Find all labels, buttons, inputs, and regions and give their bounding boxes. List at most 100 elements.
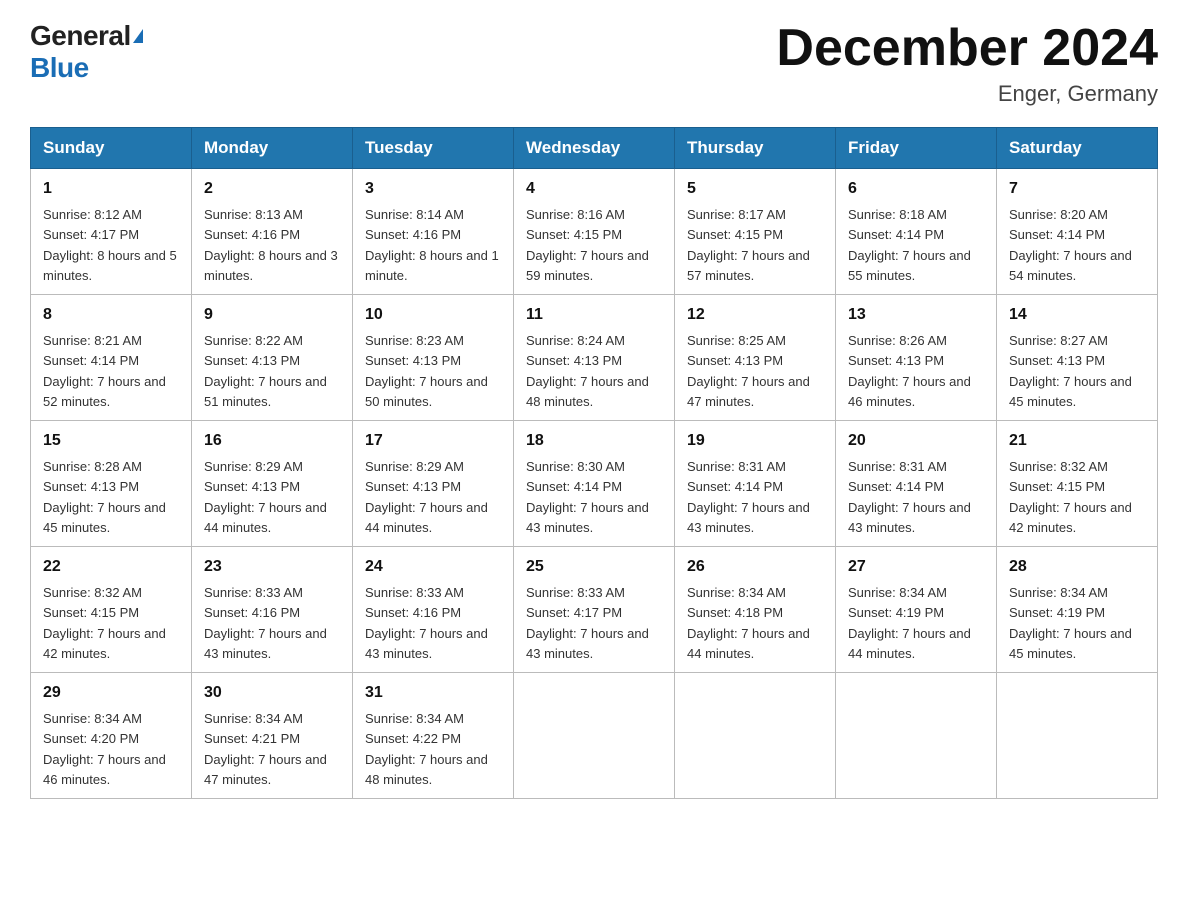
calendar-table: Sunday Monday Tuesday Wednesday Thursday… (30, 127, 1158, 799)
title-section: December 2024 Enger, Germany (776, 20, 1158, 107)
table-row: 17 Sunrise: 8:29 AMSunset: 4:13 PMDaylig… (353, 421, 514, 547)
day-info: Sunrise: 8:34 AMSunset: 4:21 PMDaylight:… (204, 711, 327, 787)
day-number: 3 (365, 177, 501, 201)
day-number: 1 (43, 177, 179, 201)
table-row: 11 Sunrise: 8:24 AMSunset: 4:13 PMDaylig… (514, 295, 675, 421)
day-info: Sunrise: 8:34 AMSunset: 4:22 PMDaylight:… (365, 711, 488, 787)
day-number: 16 (204, 429, 340, 453)
table-row: 5 Sunrise: 8:17 AMSunset: 4:15 PMDayligh… (675, 169, 836, 295)
table-row: 10 Sunrise: 8:23 AMSunset: 4:13 PMDaylig… (353, 295, 514, 421)
day-info: Sunrise: 8:23 AMSunset: 4:13 PMDaylight:… (365, 333, 488, 409)
table-row: 16 Sunrise: 8:29 AMSunset: 4:13 PMDaylig… (192, 421, 353, 547)
day-number: 19 (687, 429, 823, 453)
day-number: 14 (1009, 303, 1145, 327)
table-row (836, 673, 997, 799)
table-row: 27 Sunrise: 8:34 AMSunset: 4:19 PMDaylig… (836, 547, 997, 673)
calendar-week-3: 15 Sunrise: 8:28 AMSunset: 4:13 PMDaylig… (31, 421, 1158, 547)
day-info: Sunrise: 8:14 AMSunset: 4:16 PMDaylight:… (365, 207, 499, 283)
calendar-week-2: 8 Sunrise: 8:21 AMSunset: 4:14 PMDayligh… (31, 295, 1158, 421)
day-number: 25 (526, 555, 662, 579)
table-row: 12 Sunrise: 8:25 AMSunset: 4:13 PMDaylig… (675, 295, 836, 421)
table-row: 21 Sunrise: 8:32 AMSunset: 4:15 PMDaylig… (997, 421, 1158, 547)
day-number: 5 (687, 177, 823, 201)
day-number: 13 (848, 303, 984, 327)
day-info: Sunrise: 8:34 AMSunset: 4:18 PMDaylight:… (687, 585, 810, 661)
table-row: 26 Sunrise: 8:34 AMSunset: 4:18 PMDaylig… (675, 547, 836, 673)
day-number: 17 (365, 429, 501, 453)
col-tuesday: Tuesday (353, 128, 514, 169)
day-info: Sunrise: 8:20 AMSunset: 4:14 PMDaylight:… (1009, 207, 1132, 283)
day-number: 27 (848, 555, 984, 579)
calendar-header-row: Sunday Monday Tuesday Wednesday Thursday… (31, 128, 1158, 169)
calendar-week-5: 29 Sunrise: 8:34 AMSunset: 4:20 PMDaylig… (31, 673, 1158, 799)
day-info: Sunrise: 8:18 AMSunset: 4:14 PMDaylight:… (848, 207, 971, 283)
day-info: Sunrise: 8:16 AMSunset: 4:15 PMDaylight:… (526, 207, 649, 283)
col-monday: Monday (192, 128, 353, 169)
col-thursday: Thursday (675, 128, 836, 169)
table-row: 8 Sunrise: 8:21 AMSunset: 4:14 PMDayligh… (31, 295, 192, 421)
table-row: 18 Sunrise: 8:30 AMSunset: 4:14 PMDaylig… (514, 421, 675, 547)
table-row: 6 Sunrise: 8:18 AMSunset: 4:14 PMDayligh… (836, 169, 997, 295)
day-info: Sunrise: 8:32 AMSunset: 4:15 PMDaylight:… (43, 585, 166, 661)
table-row: 15 Sunrise: 8:28 AMSunset: 4:13 PMDaylig… (31, 421, 192, 547)
table-row: 20 Sunrise: 8:31 AMSunset: 4:14 PMDaylig… (836, 421, 997, 547)
day-info: Sunrise: 8:32 AMSunset: 4:15 PMDaylight:… (1009, 459, 1132, 535)
day-number: 26 (687, 555, 823, 579)
day-number: 20 (848, 429, 984, 453)
day-number: 9 (204, 303, 340, 327)
table-row: 14 Sunrise: 8:27 AMSunset: 4:13 PMDaylig… (997, 295, 1158, 421)
day-info: Sunrise: 8:25 AMSunset: 4:13 PMDaylight:… (687, 333, 810, 409)
day-number: 30 (204, 681, 340, 705)
day-info: Sunrise: 8:17 AMSunset: 4:15 PMDaylight:… (687, 207, 810, 283)
logo-blue-text: Blue (30, 52, 89, 84)
table-row: 23 Sunrise: 8:33 AMSunset: 4:16 PMDaylig… (192, 547, 353, 673)
day-number: 15 (43, 429, 179, 453)
day-number: 24 (365, 555, 501, 579)
day-info: Sunrise: 8:29 AMSunset: 4:13 PMDaylight:… (365, 459, 488, 535)
day-info: Sunrise: 8:13 AMSunset: 4:16 PMDaylight:… (204, 207, 338, 283)
day-info: Sunrise: 8:31 AMSunset: 4:14 PMDaylight:… (848, 459, 971, 535)
day-number: 7 (1009, 177, 1145, 201)
day-number: 2 (204, 177, 340, 201)
table-row: 2 Sunrise: 8:13 AMSunset: 4:16 PMDayligh… (192, 169, 353, 295)
table-row: 25 Sunrise: 8:33 AMSunset: 4:17 PMDaylig… (514, 547, 675, 673)
calendar-week-4: 22 Sunrise: 8:32 AMSunset: 4:15 PMDaylig… (31, 547, 1158, 673)
col-sunday: Sunday (31, 128, 192, 169)
table-row: 7 Sunrise: 8:20 AMSunset: 4:14 PMDayligh… (997, 169, 1158, 295)
day-info: Sunrise: 8:33 AMSunset: 4:17 PMDaylight:… (526, 585, 649, 661)
table-row: 9 Sunrise: 8:22 AMSunset: 4:13 PMDayligh… (192, 295, 353, 421)
day-number: 11 (526, 303, 662, 327)
logo-general-text: General (30, 20, 131, 52)
day-info: Sunrise: 8:29 AMSunset: 4:13 PMDaylight:… (204, 459, 327, 535)
table-row: 13 Sunrise: 8:26 AMSunset: 4:13 PMDaylig… (836, 295, 997, 421)
col-saturday: Saturday (997, 128, 1158, 169)
location-label: Enger, Germany (776, 81, 1158, 107)
table-row (514, 673, 675, 799)
calendar-week-1: 1 Sunrise: 8:12 AMSunset: 4:17 PMDayligh… (31, 169, 1158, 295)
day-info: Sunrise: 8:33 AMSunset: 4:16 PMDaylight:… (365, 585, 488, 661)
day-info: Sunrise: 8:33 AMSunset: 4:16 PMDaylight:… (204, 585, 327, 661)
day-info: Sunrise: 8:34 AMSunset: 4:19 PMDaylight:… (1009, 585, 1132, 661)
day-number: 28 (1009, 555, 1145, 579)
day-info: Sunrise: 8:22 AMSunset: 4:13 PMDaylight:… (204, 333, 327, 409)
day-info: Sunrise: 8:21 AMSunset: 4:14 PMDaylight:… (43, 333, 166, 409)
table-row: 22 Sunrise: 8:32 AMSunset: 4:15 PMDaylig… (31, 547, 192, 673)
day-number: 23 (204, 555, 340, 579)
table-row: 1 Sunrise: 8:12 AMSunset: 4:17 PMDayligh… (31, 169, 192, 295)
day-number: 29 (43, 681, 179, 705)
day-number: 6 (848, 177, 984, 201)
day-number: 31 (365, 681, 501, 705)
table-row: 31 Sunrise: 8:34 AMSunset: 4:22 PMDaylig… (353, 673, 514, 799)
table-row: 3 Sunrise: 8:14 AMSunset: 4:16 PMDayligh… (353, 169, 514, 295)
day-info: Sunrise: 8:30 AMSunset: 4:14 PMDaylight:… (526, 459, 649, 535)
day-info: Sunrise: 8:12 AMSunset: 4:17 PMDaylight:… (43, 207, 177, 283)
logo: General Blue (30, 20, 143, 84)
day-number: 22 (43, 555, 179, 579)
col-wednesday: Wednesday (514, 128, 675, 169)
table-row: 19 Sunrise: 8:31 AMSunset: 4:14 PMDaylig… (675, 421, 836, 547)
day-info: Sunrise: 8:34 AMSunset: 4:20 PMDaylight:… (43, 711, 166, 787)
day-info: Sunrise: 8:27 AMSunset: 4:13 PMDaylight:… (1009, 333, 1132, 409)
day-info: Sunrise: 8:24 AMSunset: 4:13 PMDaylight:… (526, 333, 649, 409)
day-info: Sunrise: 8:26 AMSunset: 4:13 PMDaylight:… (848, 333, 971, 409)
table-row (997, 673, 1158, 799)
